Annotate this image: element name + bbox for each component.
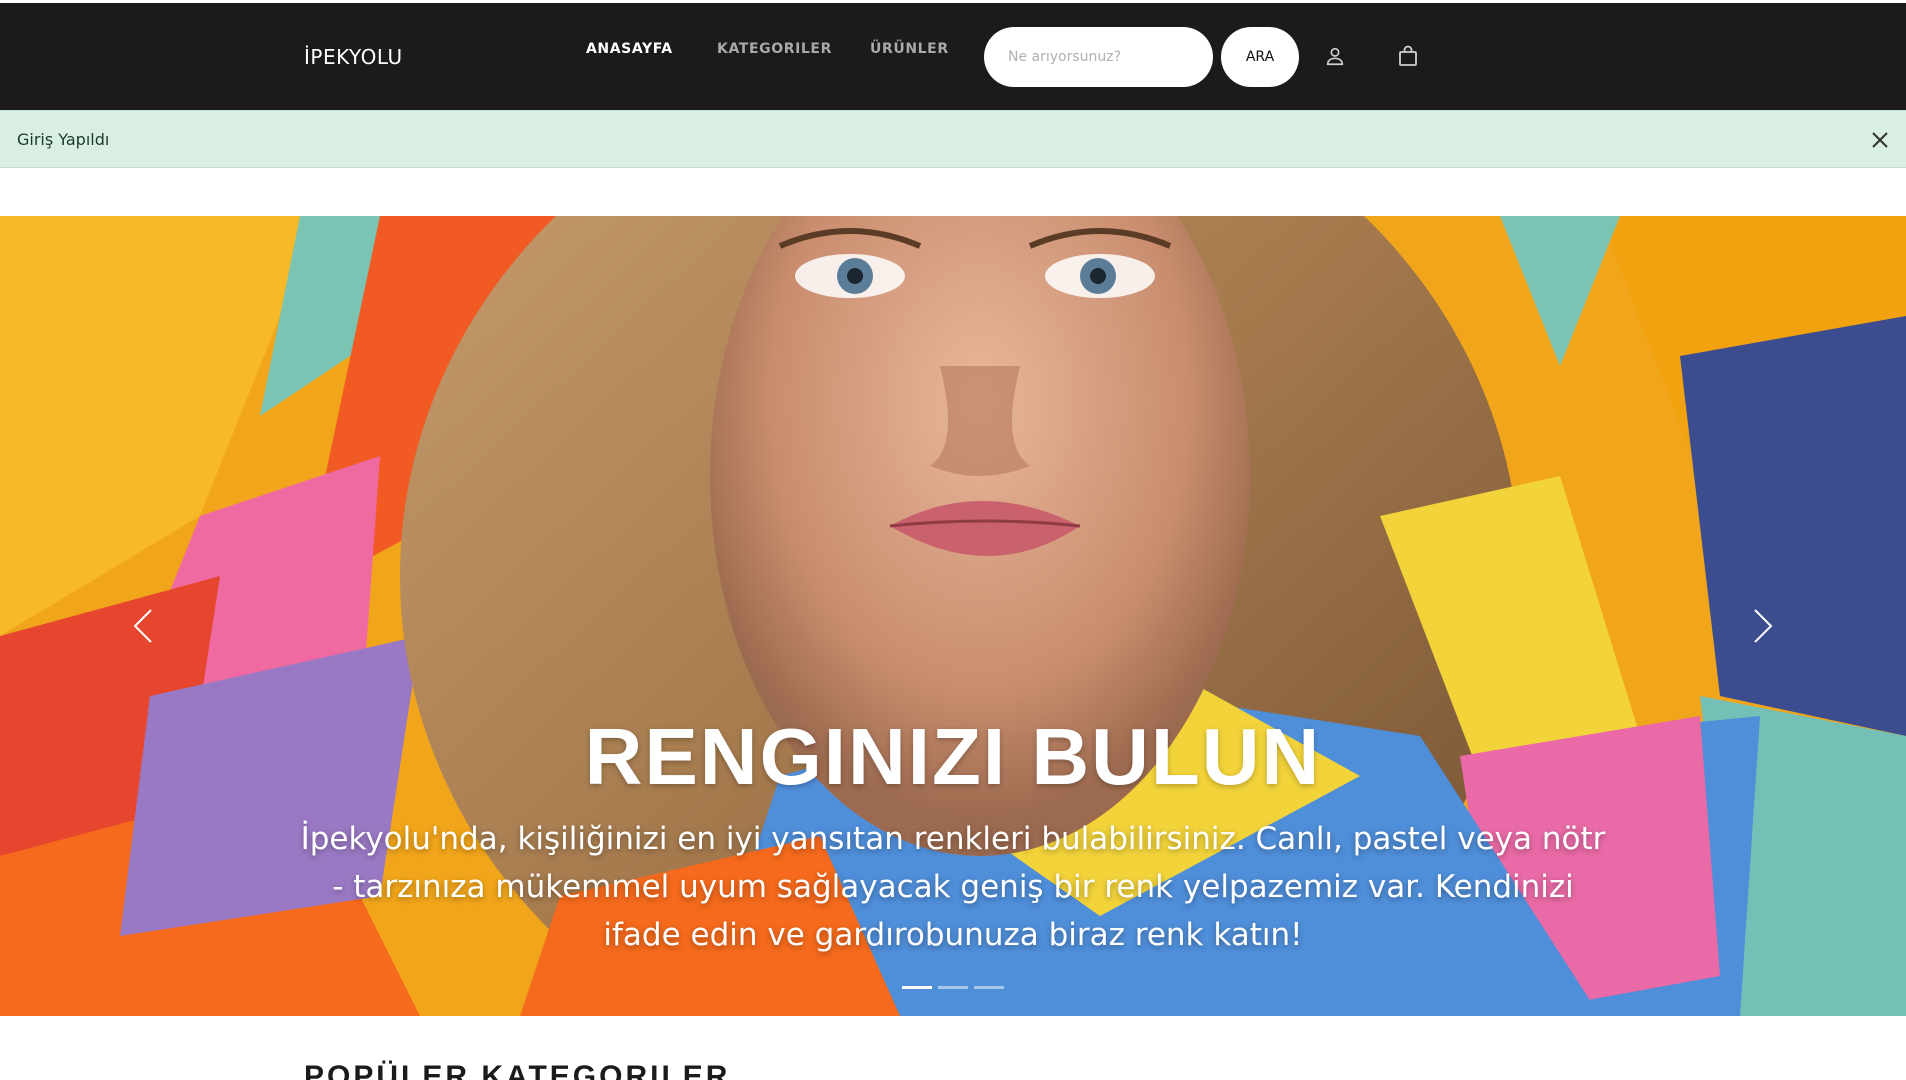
carousel-indicator-1[interactable]: [902, 986, 932, 989]
alert-message: Giriş Yapıldı: [17, 130, 110, 149]
carousel-indicators: [902, 986, 1004, 989]
user-icon[interactable]: [1320, 41, 1350, 71]
carousel-indicator-3[interactable]: [974, 986, 1004, 989]
nav-link-anasayfa[interactable]: ANASAYFA: [586, 41, 673, 57]
nav-link-kategoriler[interactable]: KATEGORILER: [717, 41, 832, 57]
chevron-right-icon[interactable]: [1738, 596, 1788, 656]
brand-logo[interactable]: İPEKYOLU: [304, 45, 403, 69]
navbar: İPEKYOLU ANASAYFA KATEGORILER ÜRÜNLER AR…: [0, 3, 1906, 110]
login-alert: Giriş Yapıldı: [0, 110, 1906, 168]
search-button[interactable]: ARA: [1221, 27, 1299, 87]
hero-description: İpekyolu'nda, kişiliğinizi en iyi yansıt…: [300, 821, 1606, 953]
hero-carousel: RENGINIZI BULUN İpekyolu'nda, kişiliğini…: [0, 216, 1906, 1016]
nav-link-urunler[interactable]: ÜRÜNLER: [870, 41, 949, 57]
search-input[interactable]: [984, 27, 1213, 87]
shopping-bag-icon[interactable]: [1393, 41, 1423, 71]
close-icon[interactable]: [1868, 128, 1892, 152]
hero-title: RENGINIZI BULUN: [584, 712, 1322, 801]
section-title-popular-categories: POPÜLER KATEGORILER: [304, 1060, 731, 1080]
carousel-indicator-2[interactable]: [938, 986, 968, 989]
chevron-left-icon[interactable]: [118, 596, 168, 656]
